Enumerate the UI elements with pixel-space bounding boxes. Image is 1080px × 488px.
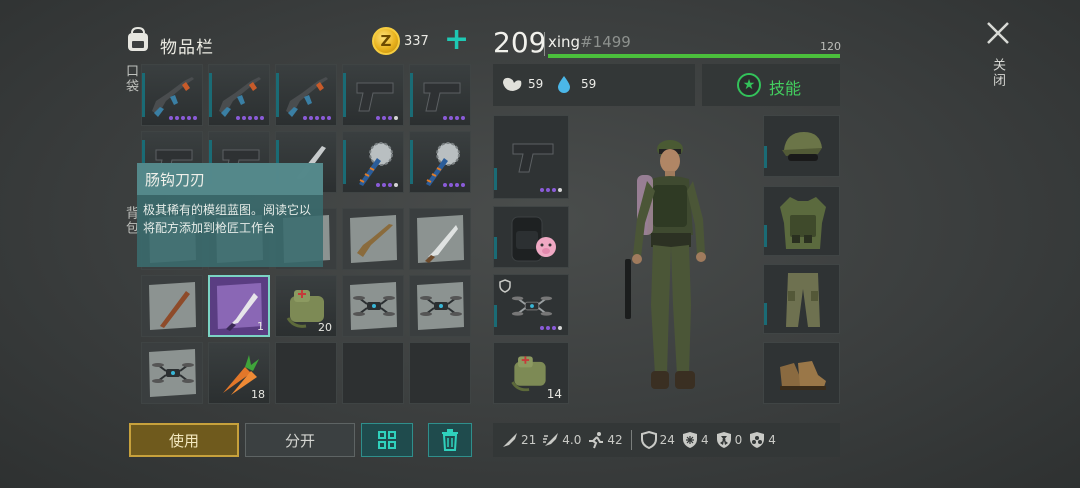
inventory-slot-ak47-3[interactable] — [275, 64, 337, 126]
slot-count: 1 — [257, 320, 264, 333]
biohazard-shield-icon — [750, 432, 765, 448]
backpack-icon — [511, 216, 556, 262]
radiation-shield-icon — [716, 432, 731, 448]
saw-club-icon — [359, 142, 393, 186]
stomach-icon — [503, 77, 522, 91]
character-avatar — [625, 140, 706, 389]
trash-icon — [442, 429, 458, 451]
machete-blueprint-icon — [425, 225, 458, 263]
inventory-slot-ak47-2[interactable] — [208, 64, 270, 126]
inventory-slot-empty[interactable] — [275, 342, 337, 404]
drone-blueprint-icon — [353, 296, 395, 316]
close-icon[interactable] — [985, 20, 1011, 46]
equip-slot-head[interactable] — [763, 115, 840, 177]
divider — [544, 32, 545, 56]
vest-icon — [780, 197, 826, 249]
inventory-slot-medkit[interactable]: 20 — [275, 275, 337, 337]
drone-icon — [511, 296, 553, 316]
split-button[interactable]: 分开 — [245, 423, 355, 457]
divider — [630, 430, 632, 450]
character-stats-bar: 21 4.0 42 24 4 0 4 — [493, 423, 840, 457]
player-level: 209 — [493, 26, 547, 59]
rifle-blueprint-icon — [357, 224, 393, 257]
rifle-icon — [219, 77, 261, 117]
pistol-icon — [512, 143, 554, 173]
slot-count: 18 — [251, 388, 265, 401]
water-drop-icon — [558, 76, 570, 93]
bat-blueprint-icon — [160, 291, 190, 328]
move-stat: 42 — [587, 431, 623, 449]
slot-count: 14 — [546, 387, 562, 401]
rifle-icon — [152, 77, 194, 117]
inventory-slot-empty[interactable] — [409, 342, 471, 404]
pistol-icon — [356, 82, 394, 112]
equip-slot-weapon[interactable] — [493, 115, 569, 199]
inventory-slot-blueprint-drone-2[interactable] — [409, 275, 471, 337]
item-tooltip: 肠钩刀刃 极其稀有的模组蓝图。阅读它以将配方添加到枪匠工作台 — [137, 163, 323, 267]
toxic-resist-stat: 4 — [748, 431, 776, 449]
cold-resist-stat: 4 — [681, 431, 709, 449]
drone-blueprint-icon — [152, 363, 194, 383]
armor-stat: 24 — [640, 431, 675, 449]
tooltip-description: 极其稀有的模组蓝图。阅读它以将配方添加到枪匠工作台 — [143, 203, 312, 235]
delete-button[interactable] — [428, 423, 472, 457]
speed-stat: 4.0 — [542, 431, 581, 449]
slot-count: 20 — [318, 321, 332, 334]
hunger-value: 59 — [528, 77, 544, 91]
add-coins-button[interactable]: + — [444, 25, 469, 55]
equip-slot-body[interactable] — [763, 186, 840, 256]
running-icon — [589, 432, 604, 449]
sort-button[interactable] — [361, 423, 413, 457]
inventory-slot-pistol-2[interactable] — [409, 64, 471, 126]
inventory-slot-blueprint-bat[interactable] — [141, 275, 203, 337]
equip-slot-drone[interactable] — [493, 274, 569, 336]
use-button[interactable]: 使用 — [129, 423, 239, 457]
pants-icon — [786, 273, 820, 327]
boots-icon — [780, 361, 826, 390]
attack-stat: 21 — [501, 431, 536, 449]
snowflake-shield-icon — [682, 432, 697, 448]
backpack-icon — [128, 27, 148, 51]
xp-max: 120 — [820, 40, 841, 53]
radiation-resist-stat: 0 — [715, 431, 742, 449]
inventory-slot-blueprint-rifle[interactable] — [342, 208, 404, 270]
attack-speed-icon — [543, 433, 559, 446]
drone-blueprint-icon — [420, 296, 462, 316]
saw-club-icon — [426, 142, 460, 186]
coin-count: 337 — [404, 34, 429, 49]
coin-icon: Z — [372, 27, 400, 55]
inventory-slot-blueprint-drone-3[interactable] — [141, 342, 203, 404]
close-label[interactable]: 关闭 — [988, 58, 1007, 88]
tooltip-title: 肠钩刀刃 — [137, 163, 323, 195]
cap-icon — [782, 132, 822, 161]
player-name: xing#1499 — [548, 33, 631, 51]
rifle-icon — [286, 77, 328, 117]
inventory-slot-pistol-1[interactable] — [342, 64, 404, 126]
inventory-slot-saw-club-2[interactable] — [409, 131, 471, 193]
inventory-slot-blueprint-cleaver[interactable]: 1 — [208, 275, 270, 337]
xp-bar — [548, 54, 840, 58]
inventory-title: 物品栏 — [160, 38, 214, 58]
equip-slot-legs[interactable] — [763, 264, 840, 334]
sort-grid-icon — [378, 431, 396, 449]
thirst-value: 59 — [581, 77, 597, 91]
inventory-slot-blueprint-drone-1[interactable] — [342, 275, 404, 337]
equip-slot-backpack[interactable] — [493, 206, 569, 268]
knife-icon — [503, 433, 517, 447]
inventory-slot-empty[interactable] — [342, 342, 404, 404]
star-icon: ★ — [737, 73, 761, 97]
inventory-slot-saw-club-1[interactable] — [342, 131, 404, 193]
skills-label: 技能 — [769, 79, 802, 98]
pistol-icon — [423, 82, 461, 112]
inventory-slot-blueprint-machete[interactable] — [409, 208, 471, 270]
pocket-label: 口袋 — [123, 64, 138, 94]
inventory-slot-ak47-1[interactable] — [141, 64, 203, 126]
equip-slot-feet[interactable] — [763, 342, 840, 404]
equip-slot-medkit[interactable]: 14 — [493, 342, 569, 404]
inventory-slot-carrots[interactable]: 18 — [208, 342, 270, 404]
shield-icon — [640, 431, 657, 449]
